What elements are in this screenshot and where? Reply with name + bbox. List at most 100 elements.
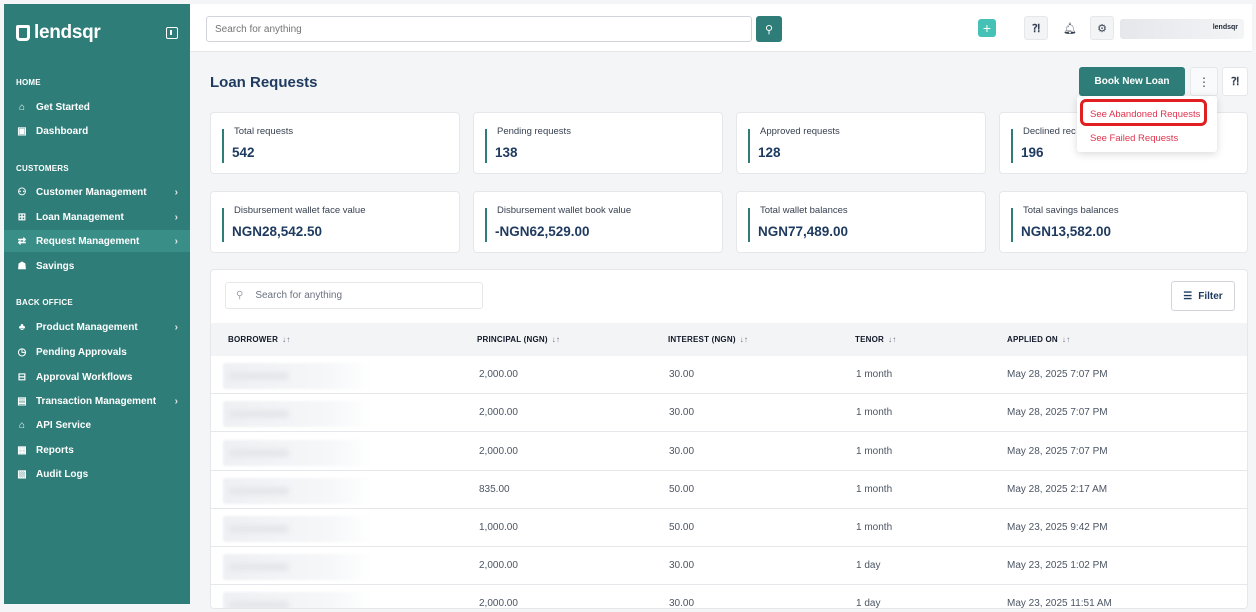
sidebar-item-reports[interactable]: ▦ Reports <box>4 439 190 461</box>
column-header-interest[interactable]: INTEREST (NGN) ↓↑ <box>668 335 748 344</box>
more-options-dropdown: See Abandoned Requests See Failed Reques… <box>1077 96 1217 152</box>
table-row[interactable]: 2,000.00 30.00 1 day May 23, 2025 1:02 P… <box>211 547 1247 585</box>
sidebar-item-approval-workflows[interactable]: ⊟ Approval Workflows <box>4 366 190 388</box>
interest-cell: 30.00 <box>669 407 695 418</box>
user-profile[interactable]: lendsqr <box>1120 19 1244 39</box>
stat-label: Declined rec <box>1023 126 1076 137</box>
stat-card-pending-requests: Pending requests 138 <box>473 112 723 174</box>
column-header-borrower[interactable]: BORROWER ↓↑ <box>228 335 290 344</box>
search-button[interactable]: ⚲ <box>756 16 782 42</box>
stat-label: Total requests <box>234 126 294 137</box>
sidebar: lendsqr HOME ⌂ Get Started ▣ Dashboard C… <box>4 4 190 604</box>
sidebar-item-label: Reports <box>36 444 74 456</box>
applied-on-cell: May 23, 2025 1:02 PM <box>1007 560 1108 571</box>
column-header-principal[interactable]: PRINCIPAL (NGN) ↓↑ <box>477 335 560 344</box>
borrower-redacted <box>223 440 373 466</box>
savings-icon: ☗ <box>17 260 27 272</box>
filter-icon: ☰ <box>1183 290 1193 302</box>
workflow-icon: ⊟ <box>17 371 27 383</box>
see-abandoned-requests-item[interactable]: See Abandoned Requests <box>1090 109 1200 120</box>
borrower-redacted <box>223 401 373 427</box>
column-header-applied-on[interactable]: APPLIED ON ↓↑ <box>1007 335 1070 344</box>
table-row[interactable]: 2,000.00 30.00 1 month May 28, 2025 7:07… <box>211 433 1247 471</box>
stat-card-total-savings-balances: Total savings balances NGN13,582.00 <box>999 191 1248 253</box>
principal-cell: 2,000.00 <box>479 560 518 571</box>
card-accent-bar <box>748 208 750 242</box>
chevron-right-icon: › <box>174 186 178 198</box>
table-row[interactable]: 835.00 50.00 1 month May 28, 2025 2:17 A… <box>211 471 1247 509</box>
bell-icon: 🔔︎ <box>1063 22 1077 35</box>
stat-value: 196 <box>1021 145 1044 160</box>
sidebar-item-product-management[interactable]: ♣ Product Management › <box>4 316 190 338</box>
global-search-input[interactable] <box>206 16 752 42</box>
chevron-right-icon: › <box>174 211 178 223</box>
borrower-redacted <box>223 592 373 608</box>
sidebar-item-savings[interactable]: ☗ Savings <box>4 255 190 277</box>
stat-label: Disbursement wallet face value <box>234 205 366 216</box>
sidebar-item-request-management[interactable]: ⇄ Request Management › <box>4 230 190 252</box>
table-row[interactable]: 2,000.00 30.00 1 day May 23, 2025 11:51 … <box>211 585 1247 609</box>
sidebar-item-loan-management[interactable]: ⊞ Loan Management › <box>4 206 190 228</box>
settings-button[interactable]: ⚙ <box>1090 16 1114 40</box>
table-row[interactable]: 1,000.00 50.00 1 month May 23, 2025 9:42… <box>211 509 1247 547</box>
page-help-button[interactable]: ⁈ <box>1222 67 1248 96</box>
sidebar-item-label: Customer Management <box>36 186 147 198</box>
sort-icon: ↓↑ <box>888 335 897 344</box>
column-header-tenor[interactable]: TENOR ↓↑ <box>855 335 896 344</box>
see-failed-requests-item[interactable]: See Failed Requests <box>1090 133 1178 144</box>
add-button[interactable]: + <box>978 19 996 37</box>
sort-icon: ↓↑ <box>551 335 561 344</box>
applied-on-cell: May 23, 2025 11:51 AM <box>1007 598 1112 609</box>
sort-icon: ↓↑ <box>739 335 749 344</box>
table-row[interactable]: 2,000.00 30.00 1 month May 28, 2025 7:07… <box>211 394 1247 432</box>
applied-on-cell: May 28, 2025 7:07 PM <box>1007 407 1108 418</box>
interest-cell: 30.00 <box>669 560 695 571</box>
borrower-redacted <box>223 516 373 542</box>
search-icon: ⚲ <box>236 290 244 301</box>
table-search-placeholder: Search for anything <box>255 290 343 301</box>
sidebar-item-get-started[interactable]: ⌂ Get Started <box>4 96 190 118</box>
stat-card-wallet-book-value: Disbursement wallet book value -NGN62,52… <box>473 191 723 253</box>
sidebar-item-label: Approval Workflows <box>36 371 133 383</box>
card-accent-bar <box>222 208 224 242</box>
table-row[interactable]: 2,000.00 30.00 1 month May 28, 2025 7:07… <box>211 356 1247 394</box>
brand-logo[interactable]: lendsqr <box>16 22 101 44</box>
card-accent-bar <box>485 208 487 242</box>
sidebar-item-pending-approvals[interactable]: ◷ Pending Approvals <box>4 341 190 363</box>
sidebar-item-label: Audit Logs <box>36 468 89 480</box>
stat-label: Approved requests <box>760 126 840 137</box>
table-search-input[interactable]: ⚲ Search for anything <box>225 282 483 309</box>
help-icon: ⁈ <box>1230 76 1240 88</box>
principal-cell: 2,000.00 <box>479 369 518 380</box>
card-accent-bar <box>748 129 750 163</box>
sidebar-item-label: Savings <box>36 260 75 272</box>
filter-button[interactable]: ☰ Filter <box>1171 281 1235 311</box>
book-new-loan-button[interactable]: Book New Loan <box>1079 67 1185 96</box>
stat-card-total-requests: Total requests 542 <box>210 112 460 174</box>
tenor-cell: 1 day <box>856 598 881 609</box>
section-back-office: BACK OFFICE <box>16 298 73 307</box>
sort-icon: ↓↑ <box>1061 335 1071 344</box>
sidebar-item-customer-management[interactable]: ⚇ Customer Management › <box>4 181 190 203</box>
borrower-redacted <box>223 478 373 504</box>
card-accent-bar <box>485 129 487 163</box>
help-button[interactable]: ⁈ <box>1024 16 1048 40</box>
sidebar-item-api-service[interactable]: ⌂ API Service <box>4 414 190 436</box>
borrower-redacted <box>223 554 373 580</box>
sidebar-item-dashboard[interactable]: ▣ Dashboard <box>4 120 190 142</box>
sidebar-item-audit-logs[interactable]: ▧ Audit Logs <box>4 463 190 485</box>
help-icon: ⁈ <box>1031 22 1041 35</box>
filter-label: Filter <box>1198 290 1223 302</box>
more-options-button[interactable]: ⋮ <box>1190 67 1218 96</box>
interest-cell: 50.00 <box>669 522 695 533</box>
search-icon: ⚲ <box>764 23 774 36</box>
notifications-button[interactable]: 🔔︎ <box>1058 16 1082 40</box>
collapse-sidebar-icon[interactable] <box>166 27 178 39</box>
stat-label: Disbursement wallet book value <box>497 205 632 216</box>
lendsqr-logo-icon <box>16 25 30 41</box>
tenor-cell: 1 month <box>856 369 893 380</box>
tenor-cell: 1 month <box>856 484 893 495</box>
stat-value: NGN28,542.50 <box>232 224 323 239</box>
sidebar-item-transaction-management[interactable]: ▤ Transaction Management › <box>4 390 190 412</box>
top-bar: ⚲ + ⁈ 🔔︎ ⚙ lendsqr <box>190 4 1252 52</box>
